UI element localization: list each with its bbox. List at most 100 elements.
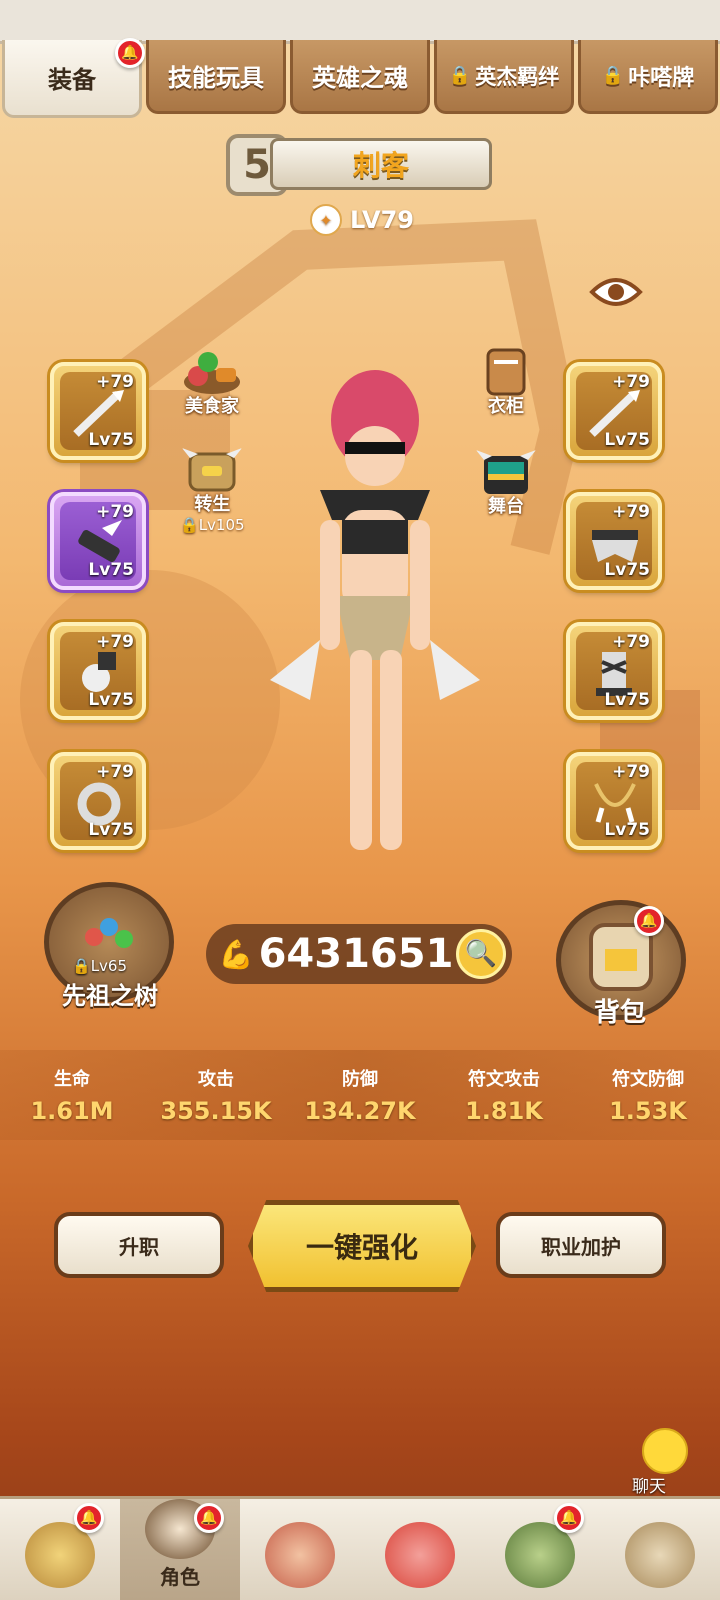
slot-level: Lv75 [604,560,650,580]
level-text: LV79 [350,206,414,234]
magnifier-icon[interactable]: 🔍 [456,929,506,979]
gourmet-label: 美食家 [185,396,239,417]
eye-icon[interactable] [588,270,644,314]
rebirth-label: 转生 [194,494,231,515]
class-bonus-label: 职业加护 [541,1234,621,1259]
equipment-slot-necklace[interactable]: +79 Lv75 [566,752,662,850]
nav-adventure[interactable] [600,1499,720,1600]
nav-label: 角色 [160,1565,200,1589]
equipment-slot-weapon-left[interactable]: +79 Lv75 [50,362,146,460]
stat-value: 134.27K [304,1097,416,1125]
lock-icon: 🔒 [448,65,472,86]
lock-icon: 🔒 [601,65,625,86]
rebirth-button[interactable]: 转生 🔒Lv105 [180,444,245,534]
slot-level: Lv75 [88,560,134,580]
slot-plus: +79 [96,502,134,522]
stat-rune-defense: 符文防御 1.53K [583,1065,713,1125]
stat-value: 355.15K [160,1097,272,1125]
class-name: 刺客 [352,149,409,182]
stat-rune-attack: 符文攻击 1.81K [439,1065,569,1125]
ancestor-tree-label: 先祖之树 [62,982,158,1010]
tab-equipment[interactable]: 装备 🔔 [2,38,145,118]
bag-label: 背包 [593,998,646,1028]
tab-card[interactable]: 🔒 咔嗒牌 [578,40,718,114]
rebirth-icon [182,448,243,492]
combat-power: 💪 6431651 🔍 [206,924,512,984]
tab-hero-bond[interactable]: 🔒 英杰羁绊 [434,40,574,114]
totem-mask-icon [265,1522,335,1588]
tab-bar: 装备 🔔 技能玩具 英雄之魂 🔒 英杰羁绊 🔒 咔嗒牌 [0,38,720,118]
notification-bell-icon: 🔔 [115,38,145,68]
class-bonus-button[interactable]: 职业加护 [496,1212,666,1278]
top-strip [0,0,720,44]
chat-label: 聊天 [632,1477,666,1497]
equipment-slot-bracer[interactable]: +79 Lv75 [50,492,146,590]
bag-notification-icon: 🔔 [634,906,664,936]
food-plate-icon [184,352,240,394]
stat-defense: 防御 134.27K [295,1065,425,1125]
notification-bell-icon: 🔔 [554,1503,584,1533]
one-click-enhance-button[interactable]: 一键强化 [248,1200,476,1292]
promote-button[interactable]: 升职 [54,1212,224,1278]
stat-value: 1.53K [609,1097,687,1125]
rebirth-lock: 🔒Lv105 [180,516,245,534]
chat-button[interactable]: 聊天 [612,1428,692,1497]
tab-hero-soul[interactable]: 英雄之魂 [290,40,430,114]
tab-label: 英雄之魂 [312,64,408,92]
tab-label: 英杰羁绊 [475,64,560,89]
adventure-icon [625,1522,695,1588]
slot-plus: +79 [96,762,134,782]
gourmet-button[interactable]: 美食家 [180,346,244,418]
level-icon: ✦ [310,204,342,236]
stat-name: 攻击 [198,1069,234,1090]
nav-shop[interactable]: 🔔 [480,1499,600,1600]
slot-plus: +79 [96,372,134,392]
nav-totem[interactable] [240,1499,360,1600]
equipment-slot-weapon-right[interactable]: +79 Lv75 [566,362,662,460]
slot-level: Lv75 [88,820,134,840]
bottom-nav: 🔔 角色 🔔 🔔 [0,1496,720,1600]
equipment-slot-boots[interactable]: +79 Lv75 [566,622,662,720]
class-banner[interactable]: 刺客 [270,138,492,190]
stat-value: 1.81K [465,1097,543,1125]
stat-attack: 攻击 355.15K [151,1065,281,1125]
slot-level: Lv75 [88,690,134,710]
slot-plus: +79 [612,502,650,522]
slot-level: Lv75 [88,430,134,450]
stat-name: 生命 [54,1069,90,1090]
stat-value: 1.61M [30,1097,114,1125]
equipment-slot-glove[interactable]: +79 Lv75 [50,622,146,720]
nav-character[interactable]: 角色 🔔 [120,1499,240,1600]
slot-plus: +79 [96,632,134,652]
stat-name: 防御 [342,1069,378,1090]
enhance-label: 一键强化 [305,1231,418,1264]
notification-bell-icon: 🔔 [194,1503,224,1533]
tab-label: 咔嗒牌 [628,65,695,91]
hero-character[interactable] [250,360,500,880]
notification-bell-icon: 🔔 [74,1503,104,1533]
rebirth-lock-level: Lv105 [198,516,245,534]
slot-level: Lv75 [604,820,650,840]
combat-power-value: 6431651 [258,931,454,977]
stat-name: 符文攻击 [468,1069,540,1090]
muscle-arm-icon: 💪 [218,937,254,971]
promote-label: 升职 [119,1234,159,1259]
nav-tribe[interactable]: 🔔 [0,1499,120,1600]
smiley-icon [642,1428,688,1474]
tab-skill-toys[interactable]: 技能玩具 [146,40,286,114]
equipment-slot-ring[interactable]: +79 Lv75 [50,752,146,850]
hero-level: ✦ LV79 [310,204,414,236]
slot-plus: +79 [612,762,650,782]
red-dino-icon [385,1522,455,1588]
stats-row: 生命 1.61M 攻击 355.15K 防御 134.27K 符文攻击 1.81K 符文… [0,1050,720,1140]
slot-plus: +79 [612,632,650,652]
tab-label: 装备 [48,66,96,94]
tab-label: 技能玩具 [168,64,264,92]
slot-level: Lv75 [604,690,650,710]
nav-pet[interactable] [360,1499,480,1600]
slot-level: Lv75 [604,430,650,450]
ancestor-tree-lock: 🔒Lv65 [72,957,128,975]
equipment-slot-belt[interactable]: +79 Lv75 [566,492,662,590]
stat-name: 符文防御 [612,1069,684,1090]
ancestor-tree-lock-level: Lv65 [90,957,128,975]
